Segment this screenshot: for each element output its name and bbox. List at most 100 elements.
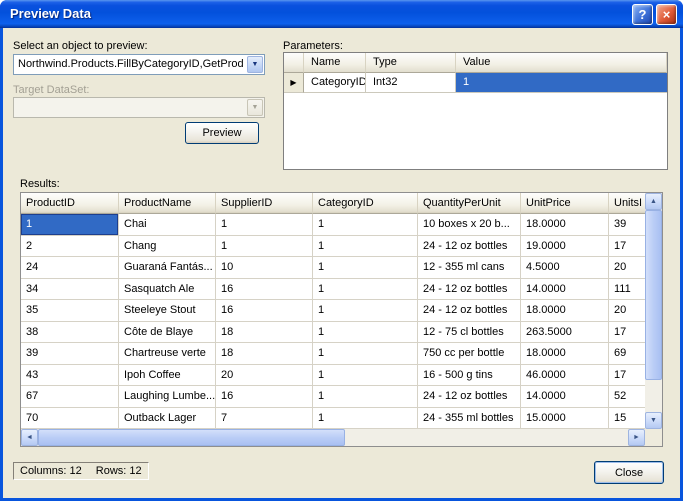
help-button[interactable]: ? — [632, 4, 653, 25]
grid-cell[interactable]: 43 — [21, 364, 119, 386]
table-row[interactable]: 70 Outback Lager 7 1 24 - 355 ml bottles 15.0… — [21, 407, 645, 429]
parameter-row[interactable]: ▶ CategoryID Int32 1 — [284, 73, 667, 93]
row-selector[interactable]: ▶ — [284, 73, 304, 93]
grid-cell[interactable]: 18 — [216, 343, 313, 365]
grid-cell[interactable]: 38 — [21, 321, 119, 343]
grid-cell[interactable]: 17 — [609, 236, 645, 257]
vertical-scrollbar[interactable]: ▲ ▼ — [645, 193, 662, 429]
grid-cell[interactable]: 1 — [313, 364, 418, 386]
grid-cell[interactable]: 1 — [313, 300, 418, 322]
grid-cell[interactable]: 24 - 12 oz bottles — [418, 278, 521, 300]
grid-cell[interactable]: 69 — [609, 343, 645, 365]
horizontal-scrollbar[interactable]: ◄ ► — [21, 429, 645, 446]
grid-cell[interactable]: 46.0000 — [521, 364, 609, 386]
grid-cell[interactable]: 1 — [216, 214, 313, 236]
grid-cell[interactable]: 35 — [21, 300, 119, 322]
grid-cell[interactable]: 39 — [609, 214, 645, 236]
grid-cell[interactable]: 24 - 12 oz bottles — [418, 300, 521, 322]
grid-cell[interactable]: 16 - 500 g tins — [418, 364, 521, 386]
grid-cell[interactable]: 16 — [216, 300, 313, 322]
grid-cell[interactable]: 1 — [313, 235, 418, 257]
column-header-categoryid[interactable]: CategoryID — [313, 193, 418, 214]
grid-cell[interactable]: 12 - 355 ml cans — [418, 257, 521, 279]
object-select-combobox[interactable]: Northwind.Products.FillByCategoryID,GetP… — [13, 54, 265, 75]
grid-cell[interactable]: 24 - 355 ml bottles — [418, 407, 521, 429]
grid-cell[interactable]: 20 — [216, 364, 313, 386]
grid-cell[interactable]: Chang — [119, 235, 216, 257]
vertical-scroll-track[interactable] — [645, 210, 662, 412]
column-header-productname[interactable]: ProductName — [119, 193, 216, 214]
grid-cell[interactable]: 34 — [21, 278, 119, 300]
grid-cell[interactable]: 19.0000 — [521, 235, 609, 257]
grid-cell[interactable]: 24 - 12 oz bottles — [418, 386, 521, 408]
grid-cell[interactable]: 1 — [313, 386, 418, 408]
grid-cell[interactable]: 111 — [609, 279, 645, 300]
grid-cell[interactable]: 7 — [216, 407, 313, 429]
grid-cell[interactable]: Ipoh Coffee — [119, 364, 216, 386]
table-row[interactable]: 2 Chang 1 1 24 - 12 oz bottles 19.0000 17 — [21, 235, 645, 257]
grid-cell[interactable]: 1 — [313, 321, 418, 343]
grid-cell[interactable]: Guaraná Fantás... — [119, 257, 216, 279]
grid-cell[interactable]: Laughing Lumbe... — [119, 386, 216, 408]
parameters-column-header-value[interactable]: Value — [456, 53, 667, 73]
table-row[interactable]: 35 Steeleye Stout 16 1 24 - 12 oz bottles 18.… — [21, 300, 645, 322]
column-header-productid[interactable]: ProductID — [21, 193, 119, 214]
parameter-name-cell[interactable]: CategoryID — [304, 73, 366, 93]
table-row[interactable]: 1 Chai 1 1 10 boxes x 20 b... 18.0000 39 — [21, 214, 645, 236]
grid-cell[interactable]: 18.0000 — [521, 343, 609, 365]
table-row[interactable]: 38 Côte de Blaye 18 1 12 - 75 cl bottles 263.… — [21, 321, 645, 343]
grid-cell[interactable]: 14.0000 — [521, 386, 609, 408]
grid-cell[interactable]: 12 - 75 cl bottles — [418, 321, 521, 343]
grid-cell[interactable]: 10 boxes x 20 b... — [418, 214, 521, 236]
grid-cell[interactable]: Chai — [119, 214, 216, 236]
object-select-dropdown-button[interactable]: ▼ — [247, 56, 263, 73]
grid-cell[interactable]: 67 — [21, 386, 119, 408]
grid-cell[interactable]: Chartreuse verte — [119, 343, 216, 365]
grid-cell[interactable]: 1 — [21, 214, 119, 236]
grid-cell[interactable]: 16 — [216, 278, 313, 300]
parameters-column-header-name[interactable]: Name — [304, 53, 366, 73]
grid-cell[interactable]: 263.5000 — [521, 321, 609, 343]
grid-cell[interactable]: 4.5000 — [521, 257, 609, 279]
grid-cell[interactable]: 2 — [21, 235, 119, 257]
grid-cell[interactable]: 24 — [21, 257, 119, 279]
horizontal-scroll-track[interactable] — [38, 429, 628, 446]
grid-cell[interactable]: 1 — [313, 214, 418, 236]
grid-cell[interactable]: 14.0000 — [521, 278, 609, 300]
column-header-unitsinstock[interactable]: UnitsI — [609, 193, 645, 214]
grid-cell[interactable]: Sasquatch Ale — [119, 278, 216, 300]
parameter-type-cell[interactable]: Int32 — [366, 73, 456, 93]
grid-cell[interactable]: Steeleye Stout — [119, 300, 216, 322]
close-window-button[interactable]: × — [656, 4, 677, 25]
grid-cell[interactable]: 15.0000 — [521, 407, 609, 429]
table-row[interactable]: 43 Ipoh Coffee 20 1 16 - 500 g tins 46.0000 17 — [21, 364, 645, 386]
scroll-up-button[interactable]: ▲ — [645, 193, 662, 210]
grid-cell[interactable]: 18 — [216, 321, 313, 343]
grid-cell[interactable]: 1 — [216, 235, 313, 257]
table-row[interactable]: 39 Chartreuse verte 18 1 750 cc per bottle 18… — [21, 343, 645, 365]
scroll-left-button[interactable]: ◄ — [21, 429, 38, 446]
table-row[interactable]: 34 Sasquatch Ale 16 1 24 - 12 oz bottles 14.0… — [21, 278, 645, 300]
table-row[interactable]: 67 Laughing Lumbe... 16 1 24 - 12 oz bottles… — [21, 386, 645, 408]
grid-cell[interactable]: 1 — [313, 257, 418, 279]
grid-cell[interactable]: 15 — [609, 408, 645, 429]
grid-cell[interactable]: Côte de Blaye — [119, 321, 216, 343]
grid-cell[interactable]: 10 — [216, 257, 313, 279]
scroll-down-button[interactable]: ▼ — [645, 412, 662, 429]
grid-cell[interactable]: 20 — [609, 257, 645, 279]
horizontal-scroll-thumb[interactable] — [38, 429, 345, 446]
grid-cell[interactable]: 18.0000 — [521, 214, 609, 236]
titlebar[interactable]: Preview Data ? × — [0, 0, 683, 28]
grid-cell[interactable]: 18.0000 — [521, 300, 609, 322]
grid-cell[interactable]: 20 — [609, 300, 645, 322]
grid-cell[interactable]: 1 — [313, 278, 418, 300]
grid-cell[interactable]: 1 — [313, 407, 418, 429]
grid-cell[interactable]: 17 — [609, 322, 645, 343]
grid-cell[interactable]: 750 cc per bottle — [418, 343, 521, 365]
parameter-value-cell[interactable]: 1 — [456, 73, 667, 93]
grid-cell[interactable]: 16 — [216, 386, 313, 408]
preview-button[interactable]: Preview — [185, 122, 259, 144]
grid-cell[interactable]: 70 — [21, 407, 119, 429]
scroll-right-button[interactable]: ► — [628, 429, 645, 446]
grid-cell[interactable]: 1 — [313, 343, 418, 365]
